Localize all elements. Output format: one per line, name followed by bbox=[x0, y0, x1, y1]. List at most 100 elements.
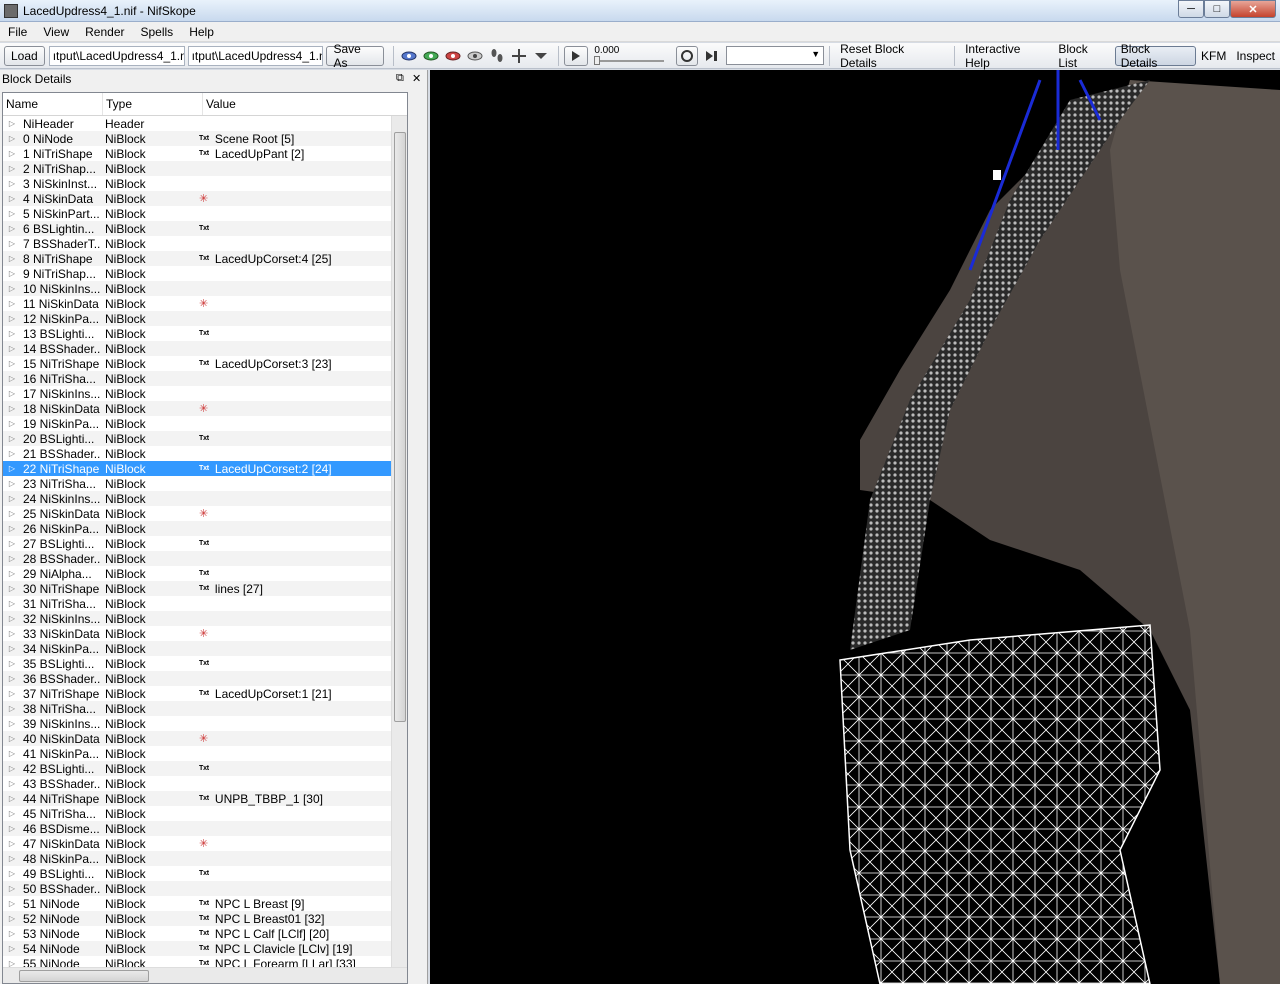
menu-file[interactable]: File bbox=[0, 25, 35, 39]
expand-arrow-icon[interactable]: ▷ bbox=[3, 614, 21, 623]
tree-row[interactable]: ▷ 1 NiTriShape NiBlock Txt LacedUpPant [2] bbox=[3, 146, 407, 161]
expand-arrow-icon[interactable]: ▷ bbox=[3, 254, 21, 263]
expand-arrow-icon[interactable]: ▷ bbox=[3, 164, 21, 173]
expand-arrow-icon[interactable]: ▷ bbox=[3, 149, 21, 158]
tree-row[interactable]: ▷ 37 NiTriShape NiBlock Txt LacedUpCorset:1 … bbox=[3, 686, 407, 701]
horizontal-scroll-thumb[interactable] bbox=[19, 970, 149, 982]
tree-row[interactable]: ▷ NiHeader Header bbox=[3, 116, 407, 131]
expand-arrow-icon[interactable]: ▷ bbox=[3, 569, 21, 578]
expand-arrow-icon[interactable]: ▷ bbox=[3, 194, 21, 203]
tree-row[interactable]: ▷ 17 NiSkinIns... NiBlock bbox=[3, 386, 407, 401]
expand-arrow-icon[interactable]: ▷ bbox=[3, 944, 21, 953]
expand-arrow-icon[interactable]: ▷ bbox=[3, 359, 21, 368]
expand-arrow-icon[interactable]: ▷ bbox=[3, 659, 21, 668]
expand-arrow-icon[interactable]: ▷ bbox=[3, 464, 21, 473]
tree-row[interactable]: ▷ 28 BSShader... NiBlock bbox=[3, 551, 407, 566]
expand-arrow-icon[interactable]: ▷ bbox=[3, 314, 21, 323]
tree-row[interactable]: ▷ 14 BSShader... NiBlock bbox=[3, 341, 407, 356]
view-eye-gray-icon[interactable] bbox=[465, 46, 485, 66]
expand-arrow-icon[interactable]: ▷ bbox=[3, 839, 21, 848]
tree-row[interactable]: ▷ 8 NiTriShape NiBlock Txt LacedUpCorset:4 [… bbox=[3, 251, 407, 266]
tree-row[interactable]: ▷ 38 NiTriSha... NiBlock bbox=[3, 701, 407, 716]
expand-arrow-icon[interactable]: ▷ bbox=[3, 524, 21, 533]
expand-arrow-icon[interactable]: ▷ bbox=[3, 329, 21, 338]
loop-button[interactable] bbox=[676, 45, 699, 66]
vertical-scroll-thumb[interactable] bbox=[394, 132, 406, 722]
expand-arrow-icon[interactable]: ▷ bbox=[3, 434, 21, 443]
tree-row[interactable]: ▷ 43 BSShader... NiBlock bbox=[3, 776, 407, 791]
tree-row[interactable]: ▷ 21 BSShader... NiBlock bbox=[3, 446, 407, 461]
view-eye-green-icon[interactable] bbox=[421, 46, 441, 66]
menu-render[interactable]: Render bbox=[77, 25, 132, 39]
animation-select[interactable]: ▼ bbox=[726, 46, 825, 65]
menu-spells[interactable]: Spells bbox=[133, 25, 182, 39]
tree-row[interactable]: ▷ 0 NiNode NiBlock Txt Scene Root [5] bbox=[3, 131, 407, 146]
expand-arrow-icon[interactable]: ▷ bbox=[3, 854, 21, 863]
tree-row[interactable]: ▷ 16 NiTriSha... NiBlock bbox=[3, 371, 407, 386]
expand-arrow-icon[interactable]: ▷ bbox=[3, 599, 21, 608]
expand-arrow-icon[interactable]: ▷ bbox=[3, 284, 21, 293]
tree-row[interactable]: ▷ 36 BSShader... NiBlock bbox=[3, 671, 407, 686]
expand-arrow-icon[interactable]: ▷ bbox=[3, 764, 21, 773]
tree-row[interactable]: ▷ 32 NiSkinIns... NiBlock bbox=[3, 611, 407, 626]
tree-row[interactable]: ▷ 23 NiTriSha... NiBlock bbox=[3, 476, 407, 491]
tree-row[interactable]: ▷ 53 NiNode NiBlock Txt NPC L Calf [LClf] [2… bbox=[3, 926, 407, 941]
tree-row[interactable]: ▷ 39 NiSkinIns... NiBlock bbox=[3, 716, 407, 731]
footprints-icon[interactable] bbox=[487, 46, 507, 66]
expand-arrow-icon[interactable]: ▷ bbox=[3, 509, 21, 518]
expand-arrow-icon[interactable]: ▷ bbox=[3, 269, 21, 278]
tree-row[interactable]: ▷ 31 NiTriSha... NiBlock bbox=[3, 596, 407, 611]
tree-row[interactable]: ▷ 44 NiTriShape NiBlock Txt UNPB_TBBP_1 [30] bbox=[3, 791, 407, 806]
view-eye-red-icon[interactable] bbox=[443, 46, 463, 66]
expand-arrow-icon[interactable]: ▷ bbox=[3, 224, 21, 233]
tree-row[interactable]: ▷ 54 NiNode NiBlock Txt NPC L Clavicle [LClv… bbox=[3, 941, 407, 956]
tree-row[interactable]: ▷ 10 NiSkinIns... NiBlock bbox=[3, 281, 407, 296]
expand-arrow-icon[interactable]: ▷ bbox=[3, 419, 21, 428]
tree-row[interactable]: ▷ 20 BSLighti... NiBlock Txt bbox=[3, 431, 407, 446]
tree-row[interactable]: ▷ 12 NiSkinPa... NiBlock bbox=[3, 311, 407, 326]
tree-row[interactable]: ▷ 33 NiSkinData NiBlock ✳ bbox=[3, 626, 407, 641]
menu-help[interactable]: Help bbox=[181, 25, 222, 39]
tree-row[interactable]: ▷ 46 BSDisme... NiBlock bbox=[3, 821, 407, 836]
tree-row[interactable]: ▷ 5 NiSkinPart... NiBlock bbox=[3, 206, 407, 221]
expand-arrow-icon[interactable]: ▷ bbox=[3, 554, 21, 563]
tree-row[interactable]: ▷ 27 BSLighti... NiBlock Txt bbox=[3, 536, 407, 551]
column-header-type[interactable]: Type bbox=[103, 93, 203, 115]
expand-arrow-icon[interactable]: ▷ bbox=[3, 734, 21, 743]
expand-arrow-icon[interactable]: ▷ bbox=[3, 749, 21, 758]
expand-arrow-icon[interactable]: ▷ bbox=[3, 479, 21, 488]
tree-row[interactable]: ▷ 51 NiNode NiBlock Txt NPC L Breast [9] bbox=[3, 896, 407, 911]
axes-icon[interactable] bbox=[509, 46, 529, 66]
tree-row[interactable]: ▷ 52 NiNode NiBlock Txt NPC L Breast01 [32] bbox=[3, 911, 407, 926]
tree-row[interactable]: ▷ 47 NiSkinData NiBlock ✳ bbox=[3, 836, 407, 851]
expand-arrow-icon[interactable]: ▷ bbox=[3, 134, 21, 143]
tree-row[interactable]: ▷ 24 NiSkinIns... NiBlock bbox=[3, 491, 407, 506]
reset-block-details-button[interactable]: Reset Block Details bbox=[835, 42, 949, 70]
expand-arrow-icon[interactable]: ▷ bbox=[3, 884, 21, 893]
expand-arrow-icon[interactable]: ▷ bbox=[3, 119, 21, 128]
expand-arrow-icon[interactable]: ▷ bbox=[3, 374, 21, 383]
expand-arrow-icon[interactable]: ▷ bbox=[3, 584, 21, 593]
tree-row[interactable]: ▷ 48 NiSkinPa... NiBlock bbox=[3, 851, 407, 866]
tree-row[interactable]: ▷ 35 BSLighti... NiBlock Txt bbox=[3, 656, 407, 671]
step-forward-icon[interactable] bbox=[702, 46, 722, 66]
tree-row[interactable]: ▷ 7 BSShaderT... NiBlock bbox=[3, 236, 407, 251]
expand-arrow-icon[interactable]: ▷ bbox=[3, 824, 21, 833]
expand-arrow-icon[interactable]: ▷ bbox=[3, 809, 21, 818]
tree-row[interactable]: ▷ 19 NiSkinPa... NiBlock bbox=[3, 416, 407, 431]
expand-arrow-icon[interactable]: ▷ bbox=[3, 929, 21, 938]
view-eye-blue-icon[interactable] bbox=[399, 46, 419, 66]
expand-arrow-icon[interactable]: ▷ bbox=[3, 689, 21, 698]
vertical-scrollbar[interactable] bbox=[391, 116, 407, 970]
maximize-button[interactable]: □ bbox=[1204, 0, 1230, 18]
tree-row[interactable]: ▷ 50 BSShader... NiBlock bbox=[3, 881, 407, 896]
tree-row[interactable]: ▷ 25 NiSkinData NiBlock ✳ bbox=[3, 506, 407, 521]
tree-row[interactable]: ▷ 22 NiTriShape NiBlock Txt LacedUpCorset:2 … bbox=[3, 461, 407, 476]
menu-view[interactable]: View bbox=[35, 25, 77, 39]
time-slider-knob[interactable] bbox=[594, 55, 601, 65]
block-list-button[interactable]: Block List bbox=[1053, 42, 1114, 70]
expand-arrow-icon[interactable]: ▷ bbox=[3, 494, 21, 503]
expand-arrow-icon[interactable]: ▷ bbox=[3, 869, 21, 878]
expand-arrow-icon[interactable]: ▷ bbox=[3, 389, 21, 398]
tree-row[interactable]: ▷ 30 NiTriShape NiBlock Txt lines [27] bbox=[3, 581, 407, 596]
